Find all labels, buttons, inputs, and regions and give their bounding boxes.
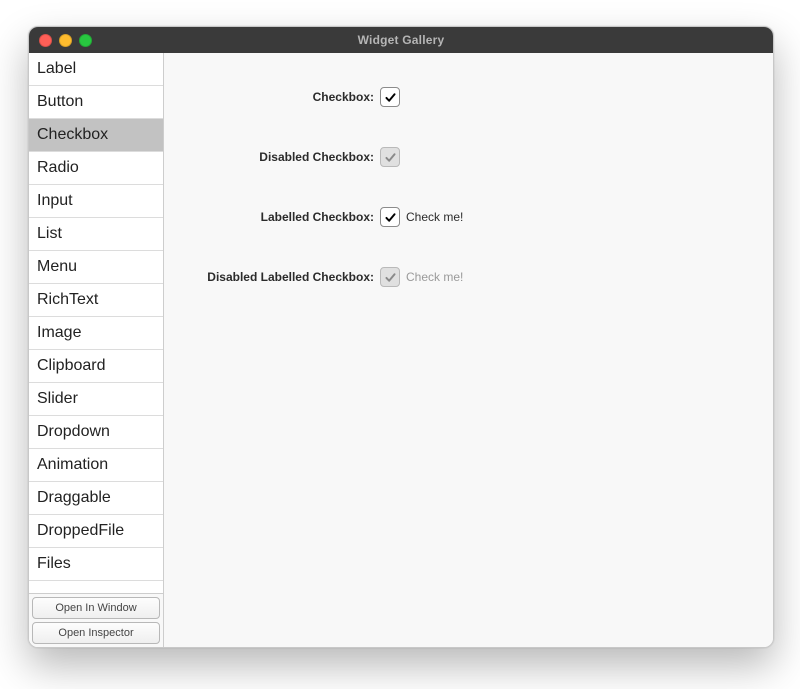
field-label: Checkbox:: [174, 90, 380, 104]
sidebar-item-slider[interactable]: Slider: [29, 383, 163, 416]
form-row: Labelled Checkbox: Check me!: [174, 203, 753, 231]
checkbox-wrap: [380, 87, 400, 107]
sidebar-item-label: Input: [37, 192, 73, 210]
sidebar-item-label: Files: [37, 555, 71, 573]
sidebar-item-label: Button: [37, 93, 83, 111]
sidebar-item-label: Image: [37, 324, 81, 342]
titlebar[interactable]: Widget Gallery: [29, 27, 773, 53]
sidebar-list: Label Button Checkbox Radio Input List Menu Ric…: [29, 53, 163, 593]
sidebar-item-label: Label: [37, 60, 76, 78]
sidebar-item-clipboard[interactable]: Clipboard: [29, 350, 163, 383]
checkbox-wrap: Check me!: [380, 267, 463, 287]
checkbox-wrap: Check me!: [380, 207, 463, 227]
zoom-icon[interactable]: [79, 34, 92, 47]
checkbox[interactable]: [380, 207, 400, 227]
sidebar-item-droppedfile[interactable]: DroppedFile: [29, 515, 163, 548]
sidebar: Label Button Checkbox Radio Input List Menu Ric…: [29, 53, 164, 647]
sidebar-item-label: List: [37, 225, 62, 243]
form-row: Checkbox:: [174, 83, 753, 111]
window-content: Label Button Checkbox Radio Input List Menu Ric…: [29, 53, 773, 647]
checkbox-wrap: [380, 147, 400, 167]
sidebar-item-dropdown[interactable]: Dropdown: [29, 416, 163, 449]
sidebar-item-label: Slider: [37, 390, 78, 408]
sidebar-item-image[interactable]: Image: [29, 317, 163, 350]
checkbox-disabled: [380, 147, 400, 167]
sidebar-item-animation[interactable]: Animation: [29, 449, 163, 482]
sidebar-item-files[interactable]: Files: [29, 548, 163, 581]
sidebar-item-label: Clipboard: [37, 357, 105, 375]
field-label: Disabled Checkbox:: [174, 150, 380, 164]
app-window: Widget Gallery Label Button Checkbox Radio I…: [28, 26, 774, 648]
field-label: Disabled Labelled Checkbox:: [174, 270, 380, 284]
sidebar-item-label: Dropdown: [37, 423, 110, 441]
field-label: Labelled Checkbox:: [174, 210, 380, 224]
sidebar-item-list[interactable]: List: [29, 218, 163, 251]
sidebar-item-label: Draggable: [37, 489, 111, 507]
sidebar-item-label[interactable]: Label: [29, 53, 163, 86]
minimize-icon[interactable]: [59, 34, 72, 47]
form-row: Disabled Labelled Checkbox: Check me!: [174, 263, 753, 291]
sidebar-item-checkbox[interactable]: Checkbox: [29, 119, 163, 152]
checkbox-label[interactable]: Check me!: [406, 210, 463, 224]
checkbox-disabled: [380, 267, 400, 287]
close-icon[interactable]: [39, 34, 52, 47]
sidebar-item-label: RichText: [37, 291, 98, 309]
open-in-window-button[interactable]: Open In Window: [32, 597, 160, 619]
window-title: Widget Gallery: [29, 33, 773, 47]
open-inspector-button[interactable]: Open Inspector: [32, 622, 160, 644]
sidebar-item-label: Animation: [37, 456, 108, 474]
sidebar-item-button[interactable]: Button: [29, 86, 163, 119]
form-row: Disabled Checkbox:: [174, 143, 753, 171]
checkbox-label: Check me!: [406, 270, 463, 284]
sidebar-item-menu[interactable]: Menu: [29, 251, 163, 284]
sidebar-item-draggable[interactable]: Draggable: [29, 482, 163, 515]
sidebar-item-input[interactable]: Input: [29, 185, 163, 218]
sidebar-item-label: Menu: [37, 258, 77, 276]
sidebar-item-radio[interactable]: Radio: [29, 152, 163, 185]
main-pane: Checkbox: Disabled Checkbox: Labelled Chec…: [164, 53, 773, 647]
sidebar-item-label: Checkbox: [37, 126, 108, 144]
sidebar-item-label: DroppedFile: [37, 522, 124, 540]
sidebar-item-richtext[interactable]: RichText: [29, 284, 163, 317]
sidebar-item-label: Radio: [37, 159, 79, 177]
checkbox[interactable]: [380, 87, 400, 107]
